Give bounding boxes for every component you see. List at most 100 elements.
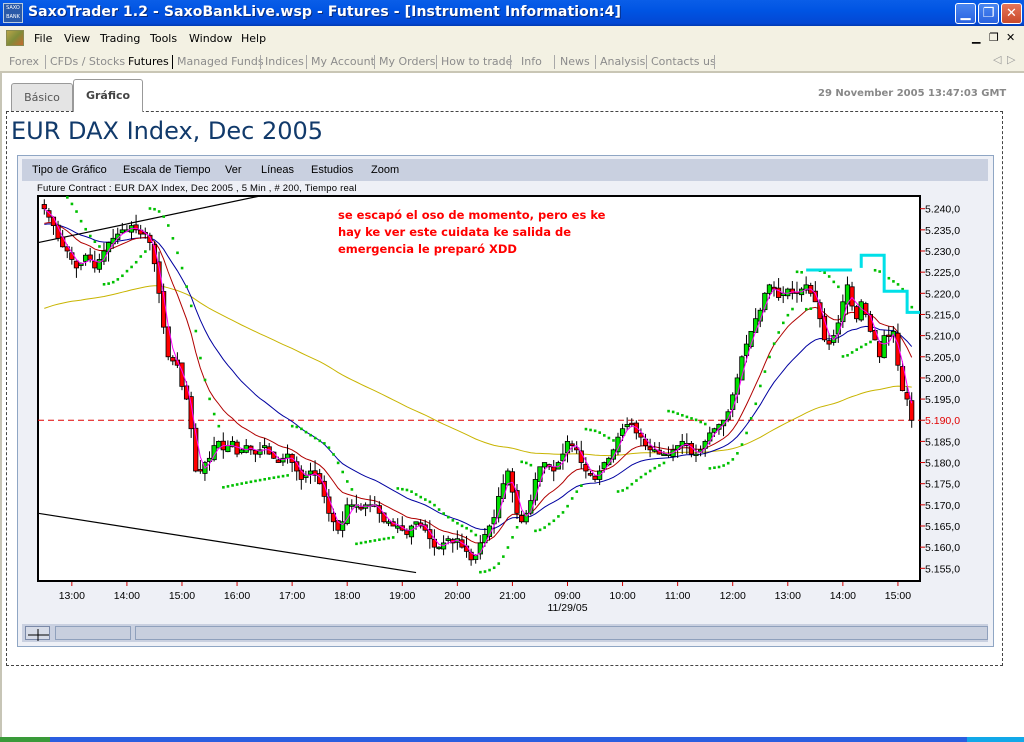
nav-my-orders[interactable]: My Orders (379, 55, 436, 68)
parabolic-sar-dot (107, 282, 110, 285)
parabolic-sar-dot (795, 270, 799, 274)
candle-body (551, 466, 557, 472)
parabolic-sar-dot (208, 397, 211, 401)
nav-indices[interactable]: Indices (265, 55, 304, 68)
candle-body (83, 254, 89, 262)
parabolic-sar-dot (896, 283, 900, 286)
menu-tools[interactable]: Tools (150, 32, 177, 45)
restore-button[interactable]: ❐ (978, 3, 999, 24)
parabolic-sar-dot (492, 566, 496, 570)
menu-trading[interactable]: Trading (100, 32, 140, 45)
mdi-minimize-icon[interactable]: ▁ (972, 31, 980, 44)
tab-grafico[interactable]: Gráfico (73, 79, 143, 112)
parabolic-sar-dot (584, 427, 588, 431)
y-axis-tick-label: 5.205,0 (925, 352, 960, 364)
x-axis-tick-label: 17:00 (279, 590, 305, 602)
parabolic-sar-dot (240, 482, 244, 485)
nav-analysis[interactable]: Analysis (600, 55, 645, 68)
parabolic-sar-dot (580, 484, 583, 487)
x-axis-tick-label: 15:00 (169, 590, 195, 602)
system-tray (967, 737, 1024, 742)
y-axis-tick-label: 5.170,0 (925, 500, 960, 512)
parabolic-sar-dot (832, 280, 836, 284)
parabolic-sar-dot (520, 460, 523, 464)
nav-managed-funds[interactable]: Managed Funds (177, 55, 264, 68)
menu-file[interactable]: File (34, 32, 52, 45)
candle-body (381, 512, 387, 523)
menu-help[interactable]: Help (241, 32, 266, 45)
mdi-restore-icon[interactable]: ❐ (989, 31, 999, 44)
parabolic-sar-dot (125, 269, 129, 273)
parabolic-sar-dot (130, 265, 133, 269)
y-axis-tick-label: 5.240,0 (925, 204, 960, 216)
parabolic-sar-dot (754, 402, 758, 406)
parabolic-sar-dot (745, 431, 748, 435)
parabolic-sar-dot (43, 183, 46, 186)
candle-body (69, 252, 75, 260)
parabolic-sar-dot (295, 425, 299, 429)
menu-view[interactable]: View (64, 32, 90, 45)
candle-body (647, 446, 653, 451)
candle-body (849, 286, 855, 307)
parabolic-sar-dot (855, 348, 859, 351)
nav-my-account[interactable]: My Account (311, 55, 375, 68)
title-bar[interactable]: SAXO BANK SaxoTrader 1.2 - SaxoBankLive.w… (0, 0, 1024, 26)
parabolic-sar-dot (772, 342, 776, 345)
y-axis-tick-label: 5.225,0 (925, 267, 960, 279)
x-axis-tick-label: 15:00 (885, 590, 911, 602)
nav-scroll-left-icon[interactable]: ◁ (993, 53, 1001, 66)
nav-cfds-stocks[interactable]: CFDs / Stocks (50, 55, 125, 68)
mdi-close-icon[interactable]: ✕ (1006, 31, 1015, 44)
close-button[interactable]: ✕ (1001, 3, 1022, 24)
app-menu-icon[interactable] (6, 30, 24, 46)
parabolic-sar-dot (290, 424, 294, 428)
parabolic-sar-dot (786, 313, 790, 317)
candle-body (404, 530, 410, 535)
y-axis-tick-label: 5.180,0 (925, 458, 960, 470)
nav-futures[interactable]: Futures (128, 55, 169, 68)
window-title: SaxoTrader 1.2 - SaxoBankLive.wsp - Futu… (28, 4, 621, 20)
nav-news[interactable]: News (560, 55, 590, 68)
nav-contacts-us[interactable]: Contacts us (651, 55, 716, 68)
candle-body (776, 287, 782, 298)
nav-scroll-right-icon[interactable]: ▷ (1007, 53, 1015, 66)
x-axis-tick-label: 12:00 (720, 590, 746, 602)
nav-info[interactable]: Info (521, 55, 542, 68)
parabolic-sar-dot (768, 355, 771, 359)
parabolic-sar-dot (524, 461, 528, 465)
x-axis-tick-label: 09:00 (554, 590, 580, 602)
parabolic-sar-dot (529, 463, 533, 467)
candle-body (436, 546, 442, 550)
parabolic-sar-dot (534, 529, 537, 533)
parabolic-sar-dot (355, 542, 358, 546)
candle-body (592, 475, 598, 480)
menu-window[interactable]: Window (189, 32, 232, 45)
parabolic-sar-dot (52, 185, 55, 188)
minimize-button[interactable]: ▁ (955, 3, 976, 24)
parabolic-sar-dot (245, 481, 248, 484)
parabolic-sar-dot (557, 515, 560, 518)
parabolic-sar-dot (391, 536, 395, 539)
parabolic-sar-dot (570, 497, 574, 500)
parabolic-sar-dot (823, 271, 826, 274)
parabolic-sar-dot (887, 276, 891, 280)
parabolic-sar-dot (194, 329, 198, 333)
start-button[interactable] (0, 737, 50, 742)
nav-how-to-trade[interactable]: How to trade (441, 55, 512, 68)
parabolic-sar-dot (162, 215, 166, 218)
parabolic-sar-dot (263, 477, 266, 481)
x-axis-tick-label: 13:00 (59, 590, 85, 602)
parabolic-sar-dot (222, 486, 225, 489)
parabolic-sar-dot (837, 285, 840, 289)
parabolic-sar-dot (93, 240, 97, 244)
nav-forex[interactable]: Forex (9, 55, 39, 68)
parabolic-sar-dot (442, 512, 445, 515)
parabolic-sar-dot (446, 515, 450, 519)
crosshair-button[interactable] (25, 626, 50, 641)
status-cell (55, 626, 131, 640)
parabolic-sar-dot (699, 420, 702, 424)
parabolic-sar-dot (382, 537, 386, 541)
tab-basico[interactable]: Básico (11, 83, 73, 111)
parabolic-sar-dot (424, 498, 427, 501)
page-title: EUR DAX Index, Dec 2005 (11, 117, 324, 145)
